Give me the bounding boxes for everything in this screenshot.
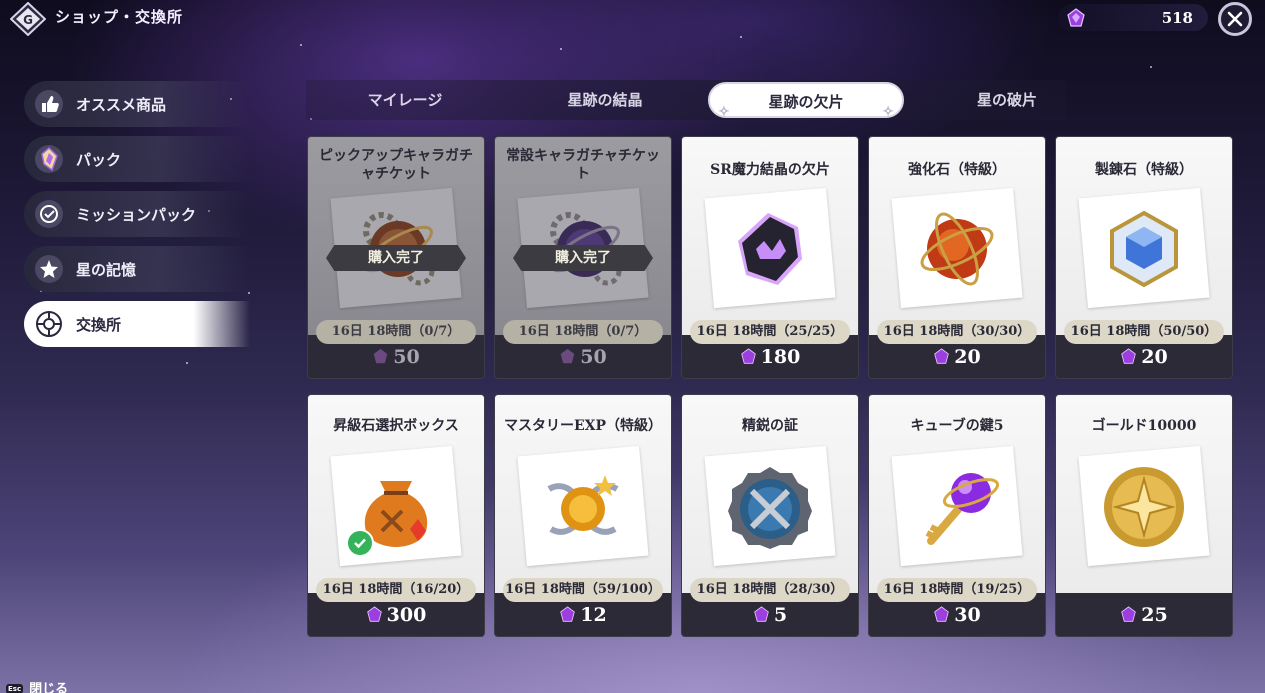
- owned-check-icon: [346, 529, 374, 557]
- shop-item-card[interactable]: SR魔力結晶の欠片 16日 18時間（25/25） 180: [681, 136, 859, 379]
- shop-item-card[interactable]: ピックアップキャラガチャチケット 購入完了 16日 18時間（0/7） 50: [307, 136, 485, 379]
- esc-close-button[interactable]: Esc 閉じる: [6, 678, 68, 693]
- tab-star-fragment[interactable]: ✧ 星跡の欠片 ✧: [708, 82, 904, 120]
- item-name: 常設キャラガチャチケット: [506, 148, 660, 182]
- item-name: マスタリーEXP（特級）: [503, 418, 663, 434]
- currency-display: 518: [1058, 4, 1208, 31]
- crystal-shard-icon: [560, 348, 575, 364]
- shop-item-card[interactable]: キューブの鍵5 16日 18時間（19/25） 30: [868, 394, 1046, 637]
- crystal-shard-icon: [934, 348, 950, 364]
- sidebar-item-label: 交換所: [76, 316, 122, 334]
- item-price: 20: [869, 346, 1045, 368]
- item-price: 12: [495, 604, 671, 626]
- sold-out-banner: 購入完了: [513, 245, 653, 271]
- sr-crystal-fragment-icon: [738, 213, 802, 285]
- cube-key-icon: [925, 473, 1000, 545]
- crystal-shard-icon: [1121, 606, 1137, 622]
- tab-label: 星跡の欠片: [768, 93, 844, 111]
- mission-icon: [35, 200, 63, 228]
- sidebar-item-recommended[interactable]: オススメ商品: [24, 81, 250, 127]
- item-price: 30: [869, 604, 1045, 626]
- header: G ショップ・交換所 518: [0, 0, 1265, 40]
- sidebar-item-label: パック: [76, 151, 122, 169]
- esc-key-icon: Esc: [6, 684, 24, 693]
- crystal-shard-icon: [1121, 348, 1137, 364]
- sidebar-item-pack[interactable]: パック: [24, 136, 250, 182]
- crystal-shard-icon: [740, 348, 756, 364]
- close-button[interactable]: [1218, 2, 1252, 36]
- crystal-shard-icon: [373, 348, 388, 364]
- item-timer: 16日 18時間（30/30）: [877, 320, 1037, 344]
- item-name: キューブの鍵5: [910, 418, 1004, 434]
- item-timer: 16日 18時間（19/25）: [877, 578, 1037, 602]
- tab-mileage[interactable]: マイレージ: [310, 80, 500, 120]
- crystal-shard-icon: [366, 606, 382, 622]
- sidebar-item-label: 星の記憶: [76, 261, 137, 279]
- mastery-exp-icon: [547, 475, 619, 535]
- shop-item-card[interactable]: 精鋭の証 16日 18時間（28/30） 5: [681, 394, 859, 637]
- crystal-shard-icon: [934, 606, 950, 622]
- item-timer: 16日 18時間（0/7）: [316, 320, 476, 344]
- item-timer: 16日 18時間（50/50）: [1064, 320, 1224, 344]
- item-name: 昇級石選択ボックス: [333, 418, 459, 434]
- item-price: 50: [308, 346, 484, 368]
- crystal-shard-icon: [560, 606, 576, 622]
- crystal-pack-icon: [35, 145, 63, 173]
- currency-amount: 518: [1161, 9, 1193, 27]
- item-price: 180: [682, 346, 858, 368]
- shop-item-card[interactable]: 常設キャラガチャチケット 購入完了 16日 18時間（0/7） 50: [494, 136, 672, 379]
- item-price: 50: [495, 346, 671, 368]
- item-name: 製錬石（特級）: [1095, 162, 1193, 178]
- shop-item-card[interactable]: 昇級石選択ボックス 16日 18時間（16/20） 300: [307, 394, 485, 637]
- star-memory-icon: [35, 255, 63, 283]
- shop-item-card[interactable]: ゴールド10000 25: [1055, 394, 1233, 637]
- gold-coin-icon: [1104, 467, 1184, 547]
- item-price: 25: [1056, 604, 1232, 626]
- diamond-ornament-icon: ✧: [718, 104, 730, 120]
- sidebar-item-star-memory[interactable]: 星の記憶: [24, 246, 250, 292]
- tab-bar: マイレージ 星跡の結晶 ✧ 星跡の欠片 ✧ 星の破片: [306, 80, 1066, 120]
- item-timer: 16日 18時間（28/30）: [690, 578, 850, 602]
- item-name: 精鋭の証: [742, 418, 798, 434]
- item-timer: 16日 18時間（16/20）: [316, 578, 476, 602]
- shop-logo-icon: G: [10, 2, 46, 36]
- item-name: SR魔力結晶の欠片: [710, 162, 830, 178]
- svg-text:G: G: [23, 13, 33, 27]
- sidebar-item-mission-pack[interactable]: ミッションパック: [24, 191, 250, 237]
- item-name: 強化石（特級）: [908, 162, 1006, 178]
- page-title: ショップ・交換所: [55, 8, 184, 26]
- sidebar-item-label: ミッションパック: [76, 206, 197, 224]
- shop-item-card[interactable]: 強化石（特級） 16日 18時間（30/30） 20: [868, 136, 1046, 379]
- tab-star-shard[interactable]: 星の破片: [912, 80, 1102, 120]
- item-name: ピックアップキャラガチャチケット: [319, 148, 473, 182]
- elite-medal-icon: [728, 467, 812, 549]
- sold-out-banner: 購入完了: [326, 245, 466, 271]
- shop-item-card[interactable]: 製錬石（特級） 16日 18時間（50/50） 20: [1055, 136, 1233, 379]
- item-timer: 16日 18時間（0/7）: [503, 320, 663, 344]
- sidebar-item-exchange[interactable]: 交換所: [24, 301, 250, 347]
- refine-stone-icon: [1110, 210, 1178, 288]
- crystal-shard-icon: [1067, 8, 1085, 27]
- crystal-shard-icon: [754, 606, 769, 622]
- item-timer: 16日 18時間（25/25）: [690, 320, 850, 344]
- tab-star-crystal[interactable]: 星跡の結晶: [510, 80, 700, 120]
- item-price: 5: [682, 604, 858, 626]
- item-price: 20: [1056, 346, 1232, 368]
- sidebar-item-label: オススメ商品: [76, 96, 167, 114]
- item-price: 300: [308, 604, 484, 626]
- item-timer: 16日 18時間（59/100）: [503, 578, 663, 602]
- thumbs-up-icon: [35, 90, 63, 118]
- close-icon: [1227, 11, 1243, 27]
- shop-item-card[interactable]: マスタリーEXP（特級） 16日 18時間（59/100） 12: [494, 394, 672, 637]
- exchange-icon: [36, 311, 62, 337]
- diamond-ornament-icon: ✧: [882, 104, 894, 120]
- item-name: ゴールド10000: [1091, 418, 1197, 434]
- close-label: 閉じる: [29, 682, 69, 693]
- enhance-stone-icon: [920, 212, 994, 286]
